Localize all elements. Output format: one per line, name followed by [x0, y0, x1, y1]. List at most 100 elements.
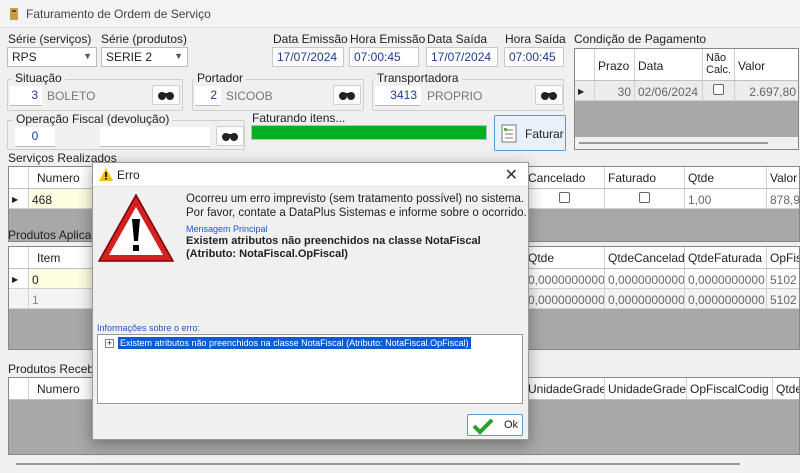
data-saida-field[interactable]: 17/07/2024	[426, 47, 498, 67]
cell-qtde: 0,0000000000	[525, 269, 605, 288]
cell-qtde-cancelada: 0,0000000000	[605, 269, 685, 288]
produtos-recebidos-label: Produtos Recebi	[8, 362, 97, 376]
hora-saida-label: Hora Saída	[505, 32, 566, 46]
grid-header: Prazo Data Não Calc. Valor	[575, 49, 798, 81]
window-titlebar: Faturamento de Ordem de Serviço	[0, 0, 800, 28]
col-faturado: Faturado	[605, 167, 685, 188]
transportadora-code-field[interactable]: 3413	[375, 86, 421, 106]
bottom-scrollbar[interactable]	[8, 457, 800, 471]
window-title: Faturamento de Ordem de Serviço	[26, 7, 211, 21]
portador-code-field[interactable]: 2	[195, 86, 221, 106]
col-qtde: Qtde	[773, 378, 799, 399]
portador-name: SICOOB	[226, 89, 273, 103]
col-opfis: OpFis	[767, 247, 799, 268]
main-message-line2: (Atributo: NotaFiscal.OpFiscal)	[186, 248, 348, 260]
condicao-pagamento-grid[interactable]: Prazo Data Não Calc. Valor ▶ 30 02/06/202…	[574, 48, 799, 150]
cell-data: 02/06/2024	[635, 81, 703, 100]
col-qtde: Qtde	[685, 167, 767, 188]
faturar-button[interactable]: Faturar	[494, 115, 566, 151]
col-unidade-grade-1: UnidadeGrade	[525, 378, 605, 399]
cell-cancelado	[525, 189, 605, 208]
faturando-label: Faturando itens...	[252, 111, 346, 125]
hora-emissao-label: Hora Emissão	[350, 32, 426, 46]
serie-servicos-label: Série (serviços)	[8, 32, 92, 46]
portador-search-button[interactable]	[333, 85, 361, 105]
data-emissao-field[interactable]: 17/07/2024	[272, 47, 344, 67]
faturado-checkbox[interactable]	[639, 192, 650, 203]
cell-opfis: 5102	[767, 289, 799, 308]
hora-saida-field[interactable]: 07:00:45	[504, 47, 564, 67]
transportadora-label: Transportadora	[374, 71, 462, 85]
transportadora-name: PROPRIO	[427, 89, 483, 103]
situacao-search-button[interactable]	[152, 85, 180, 105]
situacao-name: BOLETO	[47, 89, 96, 103]
situacao-code-field[interactable]: 3	[10, 86, 42, 106]
condicao-pagamento-label: Condição de Pagamento	[574, 32, 707, 46]
close-icon[interactable]: ✕	[505, 165, 518, 185]
faturar-label: Faturar	[525, 127, 564, 141]
cell-valor: 878,90	[767, 189, 799, 208]
col-unidade-grade-2: UnidadeGrade	[605, 378, 687, 399]
cell-qtde: 1,00	[685, 189, 767, 208]
serie-produtos-select[interactable]: SERIE 2 ▼	[101, 47, 188, 67]
col-valor: Valor	[735, 49, 798, 80]
cell-qtde: 0,0000000000	[525, 289, 605, 308]
cell-qtde-cancelada: 0,0000000000	[605, 289, 685, 308]
cell-valor: 2.697,80	[735, 81, 798, 100]
situacao-label: Situação	[12, 71, 65, 85]
main-message-line1: Existem atributos não preenchidos na cla…	[186, 235, 481, 247]
col-nao-calc: Não Calc.	[703, 49, 735, 80]
error-dialog-titlebar: Erro ✕	[93, 163, 528, 187]
data-emissao-label: Data Emissão	[273, 32, 348, 46]
row-pointer-icon: ▶	[9, 189, 29, 208]
error-warning-icon	[97, 193, 175, 262]
operacao-fiscal-search-button[interactable]	[216, 126, 244, 146]
transportadora-search-button[interactable]	[535, 85, 563, 105]
col-cancelado: Cancelado	[525, 167, 605, 188]
operacao-fiscal-name-field[interactable]	[100, 127, 210, 147]
col-qtde-cancelada: QtdeCancelada	[605, 247, 685, 268]
row-pointer-icon: ▶	[9, 269, 29, 288]
expand-icon[interactable]: +	[105, 339, 114, 348]
faturando-progress-bar	[251, 125, 487, 140]
error-dialog-title: Erro	[117, 168, 140, 182]
error-info-item[interactable]: Existem atributos não preenchidos na cla…	[118, 337, 471, 349]
checkmark-icon	[472, 418, 494, 435]
error-dialog: Erro ✕ Ocorreu um erro imprevisto (sem t…	[92, 162, 529, 440]
operacao-fiscal-code-field[interactable]: 0	[15, 127, 55, 147]
error-info-tree[interactable]: + Existem atributos não preenchidos na c…	[97, 334, 523, 404]
binoculars-icon	[222, 133, 238, 141]
table-row[interactable]: ▶ 30 02/06/2024 2.697,80	[575, 81, 798, 101]
nao-calc-checkbox[interactable]	[713, 84, 724, 95]
hora-emissao-field[interactable]: 07:00:45	[349, 47, 419, 67]
serie-servicos-select[interactable]: RPS ▼	[7, 47, 97, 67]
error-message-line2: Por favor, contate a DataPlus Sistemas e…	[186, 207, 527, 219]
cell-prazo: 30	[595, 81, 635, 100]
col-qtde-faturada: QtdeFaturada	[685, 247, 767, 268]
progress-fill	[252, 126, 486, 139]
col-prazo: Prazo	[595, 49, 635, 80]
ok-label: Ok	[504, 419, 519, 431]
cell-nao-calc	[703, 81, 735, 100]
binoculars-icon	[339, 92, 355, 100]
main-message-label: Mensagem Principal	[186, 224, 268, 234]
col-nao-calc-line2: Calc.	[706, 64, 732, 76]
cancelado-checkbox[interactable]	[559, 192, 570, 203]
col-data: Data	[635, 49, 703, 80]
col-valor: Valor	[767, 167, 799, 188]
serie-servicos-value: RPS	[12, 50, 37, 64]
info-label: Informações sobre o erro:	[97, 323, 201, 333]
cell-qtde-faturada: 0,0000000000	[685, 269, 767, 288]
col-nao-calc-line1: Não	[706, 52, 727, 64]
horizontal-scrollbar[interactable]	[575, 137, 798, 149]
cell-qtde-faturada: 0,0000000000	[685, 289, 767, 308]
binoculars-icon	[541, 92, 557, 100]
operacao-fiscal-label: Operação Fiscal (devolução)	[13, 112, 173, 126]
cell-faturado	[605, 189, 685, 208]
serie-produtos-label: Série (produtos)	[101, 32, 188, 46]
produtos-aplicados-label: Produtos Aplicad	[8, 228, 99, 242]
col-opfiscal-codigo: OpFiscalCodig	[687, 378, 773, 399]
error-message-line1: Ocorreu um erro imprevisto (sem tratamen…	[186, 193, 525, 205]
col-qtde: Qtde	[525, 247, 605, 268]
ok-button[interactable]: Ok	[467, 414, 523, 436]
